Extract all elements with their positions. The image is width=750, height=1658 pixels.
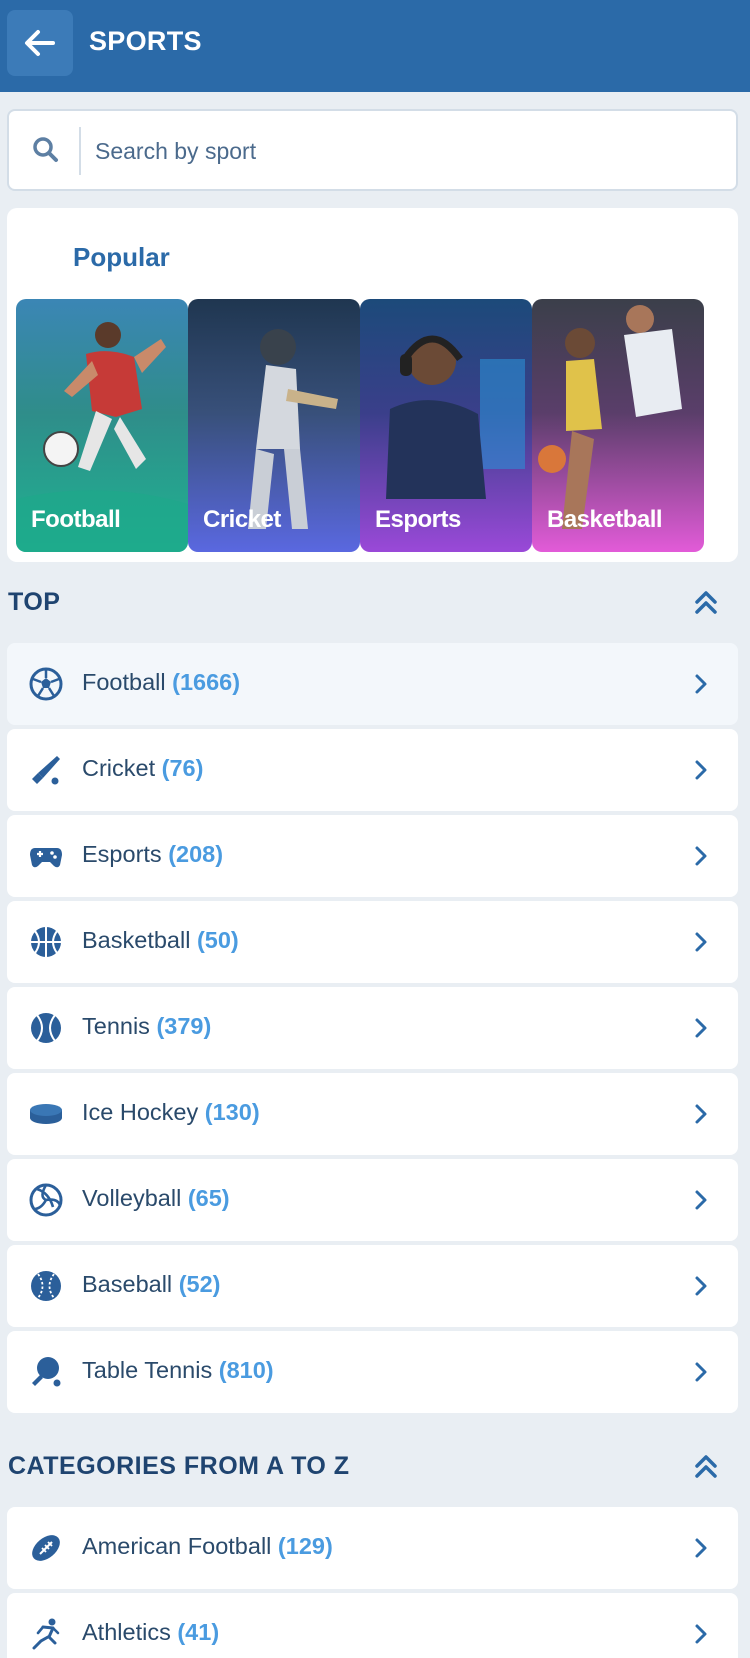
chevron-right-icon bbox=[695, 1018, 707, 1038]
sport-count: (65) bbox=[187, 1185, 230, 1211]
chevron-right-icon bbox=[695, 846, 707, 866]
search-input[interactable] bbox=[95, 127, 715, 175]
app-header: SPORTS bbox=[0, 0, 750, 92]
sport-name: Ice Hockey bbox=[82, 1099, 199, 1125]
popular-tile-cricket[interactable]: Cricket bbox=[188, 299, 360, 552]
sport-name: Cricket bbox=[82, 755, 156, 781]
sport-count: (129) bbox=[277, 1533, 333, 1559]
categories-section-header[interactable]: CATEGORIES FROM A TO Z bbox=[7, 1448, 738, 1488]
sport-row-athletics[interactable]: Athletics (41) bbox=[7, 1593, 738, 1658]
back-button[interactable] bbox=[7, 10, 73, 76]
chevron-right-icon bbox=[695, 1104, 707, 1124]
sport-row-baseball[interactable]: Baseball (52) bbox=[7, 1245, 738, 1327]
sport-name: Football bbox=[82, 669, 166, 695]
sport-count: (76) bbox=[161, 755, 204, 781]
hockey-puck-icon bbox=[30, 1104, 62, 1124]
sport-row-table-tennis[interactable]: Table Tennis (810) bbox=[7, 1331, 738, 1413]
sport-name: Athletics bbox=[82, 1619, 171, 1645]
search-bar[interactable] bbox=[7, 109, 738, 191]
sport-name: Table Tennis bbox=[82, 1357, 213, 1383]
sport-name: Baseball bbox=[82, 1271, 173, 1297]
tennis-ball-icon bbox=[31, 1013, 61, 1043]
chevron-right-icon bbox=[695, 674, 707, 694]
tile-label: Football bbox=[31, 506, 121, 533]
chevron-right-icon bbox=[695, 932, 707, 952]
page-title: SPORTS bbox=[89, 26, 202, 56]
popular-section: Popular Football Cricket Esports Basketb… bbox=[7, 208, 738, 562]
popular-tile-esports[interactable]: Esports bbox=[360, 299, 532, 552]
top-section-header[interactable]: TOP bbox=[7, 584, 738, 624]
football-icon bbox=[29, 667, 63, 701]
sport-count: (130) bbox=[204, 1099, 260, 1125]
table-tennis-icon bbox=[32, 1357, 61, 1387]
arrow-left-icon bbox=[25, 30, 55, 56]
double-chevron-up-icon[interactable] bbox=[694, 590, 718, 616]
sport-row-football[interactable]: Football (1666) bbox=[7, 643, 738, 725]
sport-row-volleyball[interactable]: Volleyball (65) bbox=[7, 1159, 738, 1241]
sport-row-basketball[interactable]: Basketball (50) bbox=[7, 901, 738, 983]
section-title: CATEGORIES FROM A TO Z bbox=[8, 1452, 350, 1480]
chevron-right-icon bbox=[695, 1276, 707, 1296]
sport-name: American Football bbox=[82, 1533, 272, 1559]
sport-name: Esports bbox=[82, 841, 162, 867]
sport-row-tennis[interactable]: Tennis (379) bbox=[7, 987, 738, 1069]
popular-tile-basketball[interactable]: Basketball bbox=[532, 299, 704, 552]
baseball-icon bbox=[31, 1271, 61, 1301]
section-title: TOP bbox=[8, 588, 61, 616]
sport-count: (208) bbox=[168, 841, 224, 867]
popular-title: Popular bbox=[73, 242, 170, 272]
sport-count: (810) bbox=[218, 1357, 274, 1383]
sport-name: Basketball bbox=[82, 927, 191, 953]
sport-row-esports[interactable]: Esports (208) bbox=[7, 815, 738, 897]
sport-count: (52) bbox=[178, 1271, 221, 1297]
tile-label: Esports bbox=[375, 506, 461, 533]
sport-row-american-football[interactable]: American Football (129) bbox=[7, 1507, 738, 1589]
chevron-right-icon bbox=[695, 1624, 707, 1644]
sport-name: Volleyball bbox=[82, 1185, 182, 1211]
search-icon bbox=[33, 137, 58, 162]
basketball-icon bbox=[31, 927, 61, 957]
sport-row-cricket[interactable]: Cricket (76) bbox=[7, 729, 738, 811]
chevron-right-icon bbox=[695, 1538, 707, 1558]
runner-icon bbox=[32, 1618, 60, 1650]
double-chevron-up-icon[interactable] bbox=[694, 1454, 718, 1480]
volleyball-icon bbox=[29, 1183, 63, 1217]
sport-name: Tennis bbox=[82, 1013, 150, 1039]
american-football-icon bbox=[32, 1535, 60, 1561]
sport-count: (379) bbox=[156, 1013, 212, 1039]
gamepad-icon bbox=[30, 848, 62, 868]
popular-tile-football[interactable]: Football bbox=[16, 299, 188, 552]
tile-label: Cricket bbox=[203, 506, 281, 533]
sport-count: (50) bbox=[196, 927, 239, 953]
cricket-bat-icon bbox=[32, 756, 60, 785]
chevron-right-icon bbox=[695, 760, 707, 780]
sport-count: (41) bbox=[177, 1619, 220, 1645]
chevron-right-icon bbox=[695, 1190, 707, 1210]
search-divider bbox=[79, 127, 81, 175]
sport-row-ice-hockey[interactable]: Ice Hockey (130) bbox=[7, 1073, 738, 1155]
tile-label: Basketball bbox=[547, 506, 663, 533]
chevron-right-icon bbox=[695, 1362, 707, 1382]
sport-count: (1666) bbox=[172, 669, 241, 695]
